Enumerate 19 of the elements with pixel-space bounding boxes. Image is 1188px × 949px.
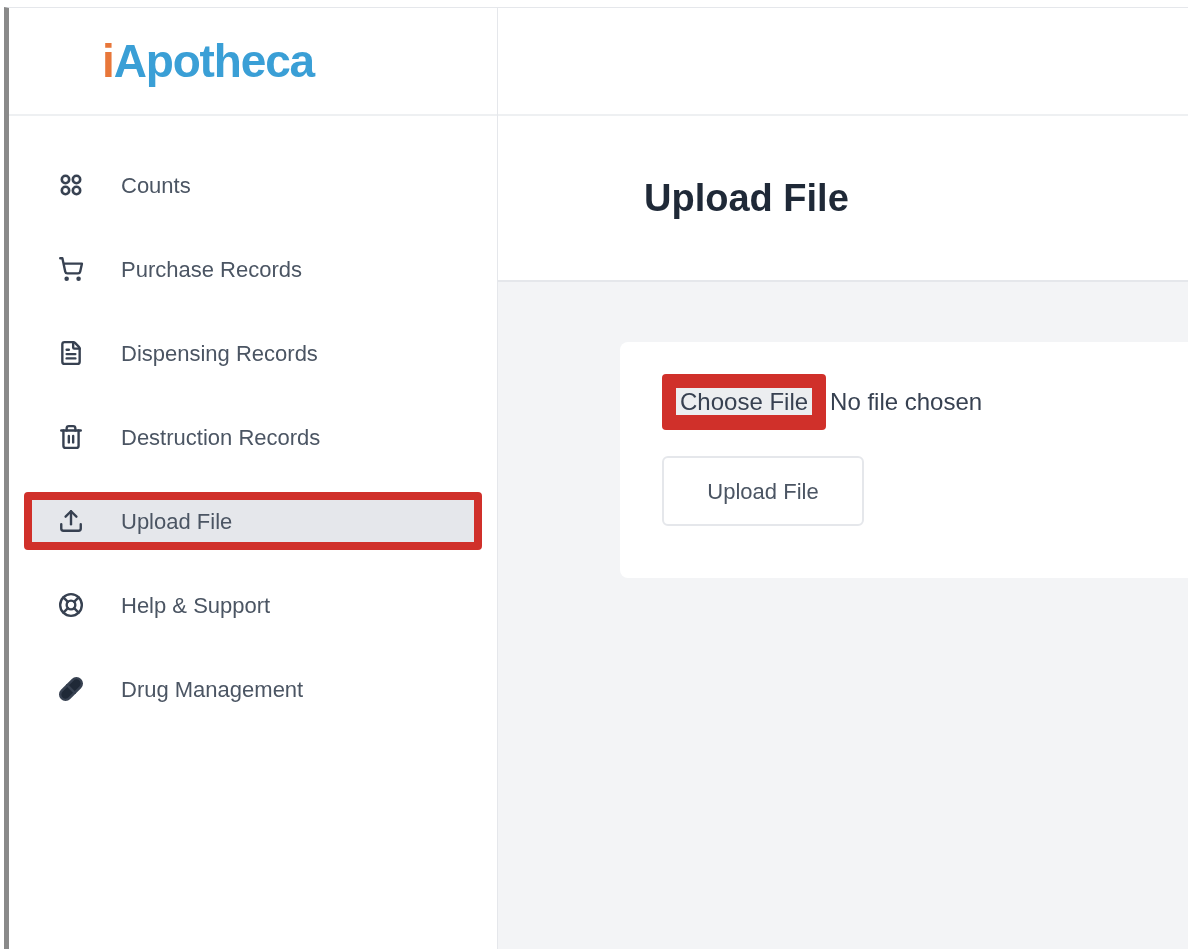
sidebar-item[interactable]: Upload File: [24, 492, 482, 550]
lifebuoy-icon: [58, 592, 84, 618]
upload-button[interactable]: Upload File: [662, 456, 864, 526]
sidebar-item[interactable]: Help & Support: [24, 576, 482, 634]
sidebar-item[interactable]: Destruction Records: [24, 408, 482, 466]
sidebar-item[interactable]: Dispensing Records: [24, 324, 482, 382]
upload-icon: [58, 508, 84, 534]
trash-icon: [58, 424, 84, 450]
choose-file-button[interactable]: Choose File: [662, 374, 827, 430]
sidebar-item[interactable]: Drug Management: [24, 660, 482, 718]
app-logo: iApotheca: [102, 33, 314, 89]
document-icon: [58, 340, 84, 366]
file-status: No file chosen: [830, 387, 983, 417]
cart-icon: [58, 256, 84, 282]
pill-icon: [58, 676, 84, 702]
sidebar-item[interactable]: Purchase Records: [24, 240, 482, 298]
page-title: Upload File: [644, 175, 849, 221]
grid-icon: [60, 174, 82, 196]
sidebar-item[interactable]: Counts: [24, 156, 482, 214]
